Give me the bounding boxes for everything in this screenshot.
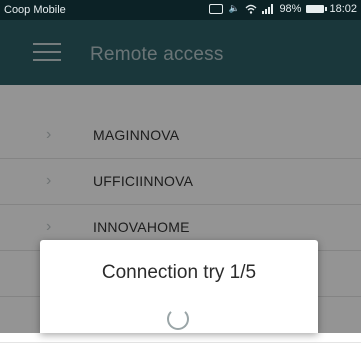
mute-icon [228,3,240,15]
status-icons: 98% 18:02 [209,3,357,15]
carrier-name: Coop Mobile [4,4,66,16]
signal-icon [262,4,274,14]
clock: 18:02 [329,3,357,15]
loading-spinner-icon [167,308,189,330]
nfc-icon [209,4,224,14]
wifi-icon [245,4,257,14]
battery-percent: 98% [279,3,302,15]
connection-dialog: Connection try 1/5 [40,240,318,333]
dialog-title: Connection try 1/5 [101,262,257,283]
battery-icon [306,5,328,13]
status-bar: Coop Mobile 98% 18:02 [0,0,361,20]
